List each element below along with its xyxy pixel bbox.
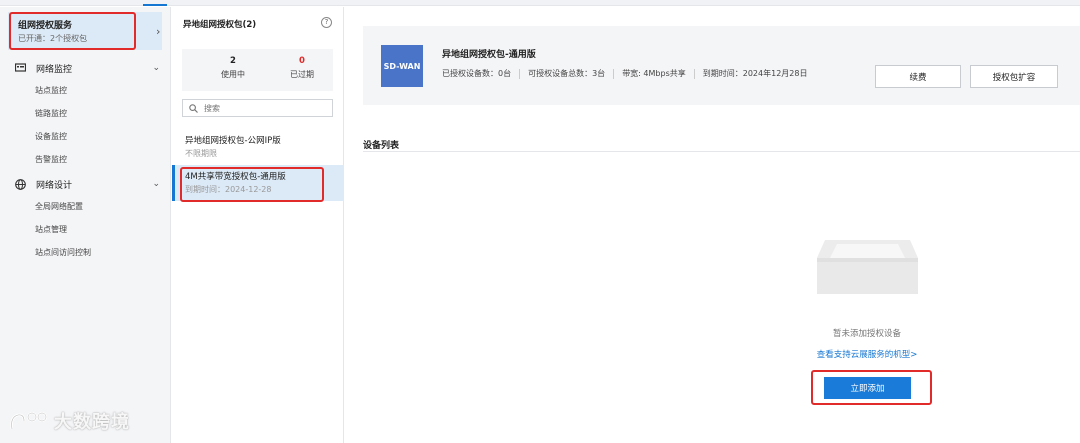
package-name: 异地组网授权包-公网IP版 [185, 136, 281, 146]
nav-group-network-design[interactable]: 网络设计 ⌄ [14, 176, 160, 192]
left-nav: 组网授权服务 已开通：2个授权包 › 网络监控 ⌄ 站点监控 链路监控 设备监控… [0, 7, 171, 443]
renew-button[interactable]: 续费 [875, 65, 961, 88]
package-details: 已授权设备数：0台 可授权设备总数：3台 带宽: 4Mbps共享 到期时间：20… [442, 68, 807, 79]
bandwidth: 带宽: 4Mbps共享 [622, 69, 686, 78]
active-tab-indicator [143, 4, 167, 6]
watermark-logo-icon [10, 412, 47, 430]
package-term: 不限期限 [185, 149, 217, 158]
divider [693, 68, 695, 79]
highlight-annotation [811, 370, 932, 405]
package-list-title: 异地组网授权包(2) [183, 20, 257, 30]
package-stats: 2 使用中 0 已过期 [182, 49, 333, 91]
search-box[interactable] [182, 99, 333, 117]
stat-label: 使用中 [221, 70, 245, 79]
stat-value: 2 [230, 56, 236, 66]
monitor-icon [14, 62, 26, 74]
sidebar-item-global-config[interactable]: 全局网络配置 [35, 201, 83, 212]
sidebar-item-link-monitor[interactable]: 链路监控 [35, 108, 67, 119]
watermark-text: 大数跨境 [54, 412, 130, 433]
sidebar-item-site-management[interactable]: 站点管理 [35, 224, 67, 235]
sidebar-item-site-access-control[interactable]: 站点间访问控制 [35, 247, 91, 258]
stat-expired: 0 已过期 [277, 56, 327, 80]
stat-value: 0 [299, 56, 305, 66]
nav-group-label: 网络设计 [36, 180, 73, 191]
nav-group-label: 网络监控 [36, 64, 73, 75]
chevron-right-icon[interactable]: › [156, 25, 160, 38]
sidebar-item-device-monitor[interactable]: 设备监控 [35, 131, 67, 142]
divider [363, 151, 1080, 152]
stat-label: 已过期 [290, 70, 314, 79]
stat-in-use: 2 使用中 [208, 56, 258, 80]
empty-box-icon [817, 240, 918, 294]
expand-package-button[interactable]: 授权包扩容 [970, 65, 1058, 88]
authorized-devices: 已授权设备数：0台 [442, 69, 512, 78]
package-title: 异地组网授权包-通用版 [442, 50, 536, 60]
package-item[interactable]: 异地组网授权包-公网IP版 不限期限 [172, 129, 344, 165]
expiry-date: 到期时间：2024年12月28日 [702, 69, 808, 78]
highlight-annotation [180, 167, 324, 202]
help-icon[interactable]: ? [321, 17, 332, 28]
device-list-title: 设备列表 [363, 141, 400, 151]
watermark: 大数跨境 [8, 408, 130, 434]
nav-group-network-monitor[interactable]: 网络监控 ⌄ [14, 60, 160, 76]
package-list-panel: 异地组网授权包(2) ? 2 使用中 0 已过期 异地组网授权包-公网IP版 不… [172, 7, 344, 443]
total-devices: 可授权设备总数：3台 [528, 69, 606, 78]
sidebar-item-site-monitor[interactable]: 站点监控 [35, 85, 67, 96]
sdwan-logo: SD-WAN [381, 45, 423, 87]
top-strip [0, 0, 1080, 6]
divider [613, 68, 615, 79]
package-info-card: SD-WAN 异地组网授权包-通用版 已授权设备数：0台 可授权设备总数：3台 … [363, 26, 1080, 105]
empty-state-text: 暂未添加授权设备 [832, 329, 901, 339]
main-content: SD-WAN 异地组网授权包-通用版 已授权设备数：0台 可授权设备总数：3台 … [345, 7, 1080, 443]
globe-icon [14, 178, 26, 190]
search-icon [189, 103, 198, 113]
sidebar-item-alarm-monitor[interactable]: 告警监控 [35, 154, 67, 165]
search-input[interactable] [204, 103, 324, 113]
supported-models-link[interactable]: 查看支持云展服务的机型> [775, 348, 959, 360]
chevron-down-icon[interactable]: ⌄ [152, 179, 160, 189]
highlight-annotation [9, 12, 136, 50]
divider [519, 68, 521, 79]
chevron-down-icon[interactable]: ⌄ [152, 63, 160, 73]
